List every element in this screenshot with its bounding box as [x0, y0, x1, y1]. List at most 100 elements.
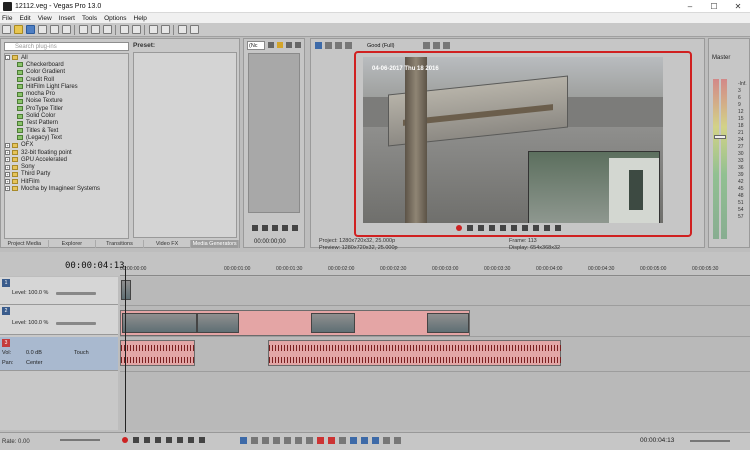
- render-icon[interactable]: [50, 25, 59, 34]
- split-icon[interactable]: [306, 437, 313, 444]
- audio-event[interactable]: [268, 340, 562, 366]
- zoom-slider[interactable]: [690, 440, 730, 442]
- minimize-button[interactable]: –: [678, 2, 702, 11]
- tree-item[interactable]: HitFilm Light Flares: [5, 83, 128, 90]
- audio-track-3-header[interactable]: 3 Vol: 0.0 dB Touch Pan: Center: [0, 337, 118, 371]
- normal-edit-tool-icon[interactable]: [149, 25, 158, 34]
- loop-icon[interactable]: [133, 437, 139, 443]
- timeline-area[interactable]: [120, 277, 750, 430]
- tree-item[interactable]: Solid Color: [5, 112, 128, 119]
- go-to-start-icon[interactable]: [522, 225, 528, 231]
- help-icon[interactable]: [178, 25, 187, 34]
- level-slider[interactable]: [56, 322, 96, 325]
- tree-folder[interactable]: + HitFilm: [5, 178, 128, 185]
- envelope-tool-icon[interactable]: [161, 25, 170, 34]
- video-fx-icon[interactable]: [335, 42, 342, 49]
- tree-item[interactable]: Noise Texture: [5, 98, 128, 105]
- go-to-end-icon[interactable]: [533, 225, 539, 231]
- timeline-ruler[interactable]: 00:00:00:00 00:00:01:00 00:00:01:30 00:0…: [120, 266, 750, 276]
- save-icon[interactable]: [26, 25, 35, 34]
- tab-explorer[interactable]: Explorer: [49, 240, 97, 248]
- paste-icon[interactable]: [103, 25, 112, 34]
- play-icon[interactable]: [262, 225, 268, 231]
- whats-this-icon[interactable]: [190, 25, 199, 34]
- video-event[interactable]: [121, 280, 131, 300]
- tab-transitions[interactable]: Transitions: [96, 240, 144, 248]
- save-snapshot-icon[interactable]: [443, 42, 450, 49]
- pause-icon[interactable]: [500, 225, 506, 231]
- snapping-icon[interactable]: [350, 437, 357, 444]
- trimmer-tool-icon[interactable]: [295, 42, 301, 48]
- tree-item-all[interactable]: - All: [5, 54, 128, 61]
- selection-tool-icon[interactable]: [262, 437, 269, 444]
- play-icon[interactable]: [155, 437, 161, 443]
- preview-device-icon[interactable]: [325, 42, 332, 49]
- trim-start-icon[interactable]: [284, 437, 291, 444]
- prev-frame-icon[interactable]: [544, 225, 550, 231]
- menu-file[interactable]: File: [2, 15, 12, 22]
- split-screen-icon[interactable]: [345, 42, 352, 49]
- trim-end-icon[interactable]: [295, 437, 302, 444]
- rate-slider[interactable]: [60, 439, 100, 441]
- lock-envelopes-icon[interactable]: [383, 437, 390, 444]
- automation-mode[interactable]: Touch: [74, 350, 89, 356]
- loop-icon[interactable]: [467, 225, 473, 231]
- tree-item[interactable]: (Legacy) Text: [5, 134, 128, 141]
- overlays-icon[interactable]: [423, 42, 430, 49]
- trimmer-combo[interactable]: (Nc: [247, 41, 265, 50]
- new-project-icon[interactable]: [2, 25, 11, 34]
- cut-icon[interactable]: [79, 25, 88, 34]
- auto-ripple-icon[interactable]: [372, 437, 379, 444]
- tree-item[interactable]: mocha Pro: [5, 90, 128, 97]
- trimmer-tool-icon[interactable]: [286, 42, 292, 48]
- tab-media-generators[interactable]: Media Generators: [191, 240, 239, 248]
- play-from-start-icon[interactable]: [144, 437, 150, 443]
- play-icon[interactable]: [252, 225, 258, 231]
- trimmer-view[interactable]: [248, 53, 300, 213]
- trimmer-tool-icon[interactable]: [268, 42, 274, 48]
- redo-icon[interactable]: [132, 25, 141, 34]
- copy-snapshot-icon[interactable]: [433, 42, 440, 49]
- record-icon[interactable]: [122, 437, 128, 443]
- tree-item[interactable]: Titles & Text: [5, 127, 128, 134]
- record-icon[interactable]: [456, 225, 462, 231]
- video-track-2-header[interactable]: 2 Level: 100.0 %: [0, 305, 118, 335]
- lock-icon[interactable]: [317, 437, 324, 444]
- delete-icon[interactable]: [273, 437, 280, 444]
- tree-folder[interactable]: + OFX: [5, 142, 128, 149]
- preset-list[interactable]: [133, 52, 237, 238]
- auto-crossfade-icon[interactable]: [361, 437, 368, 444]
- tree-folder[interactable]: + Mocha by Imagineer Systems: [5, 185, 128, 192]
- menu-view[interactable]: View: [38, 15, 52, 22]
- menu-insert[interactable]: Insert: [59, 15, 75, 22]
- normal-edit-tool-icon[interactable]: [240, 437, 247, 444]
- tree-folder[interactable]: + Third Party: [5, 171, 128, 178]
- envelope-tool-icon[interactable]: [251, 437, 258, 444]
- menu-help[interactable]: Help: [134, 15, 147, 22]
- stop-icon[interactable]: [177, 437, 183, 443]
- play-from-start-icon[interactable]: [478, 225, 484, 231]
- pause-icon[interactable]: [166, 437, 172, 443]
- level-slider[interactable]: [56, 292, 96, 295]
- tree-folder[interactable]: + GPU Accelerated: [5, 156, 128, 163]
- tab-video-fx[interactable]: Video FX: [144, 240, 192, 248]
- open-folder-icon[interactable]: [14, 25, 23, 34]
- tree-folder[interactable]: +32-bit floating point: [5, 149, 128, 156]
- tree-item[interactable]: ProType Titler: [5, 105, 128, 112]
- close-button[interactable]: ✕: [726, 2, 750, 11]
- properties-icon[interactable]: [62, 25, 71, 34]
- marker-icon[interactable]: [328, 437, 335, 444]
- menu-tools[interactable]: Tools: [82, 15, 97, 22]
- menu-options[interactable]: Options: [104, 15, 126, 22]
- undo-icon[interactable]: [120, 25, 129, 34]
- pause-icon[interactable]: [272, 225, 278, 231]
- audio-event[interactable]: [120, 340, 196, 366]
- tree-item[interactable]: Test Pattern: [5, 120, 128, 127]
- pan-value[interactable]: Center: [26, 360, 43, 366]
- ignore-grouping-icon[interactable]: [394, 437, 401, 444]
- stop-icon[interactable]: [282, 225, 288, 231]
- region-icon[interactable]: [339, 437, 346, 444]
- copy-icon[interactable]: [91, 25, 100, 34]
- preview-quality-select[interactable]: Good (Full): [367, 42, 417, 50]
- playhead[interactable]: [125, 266, 126, 432]
